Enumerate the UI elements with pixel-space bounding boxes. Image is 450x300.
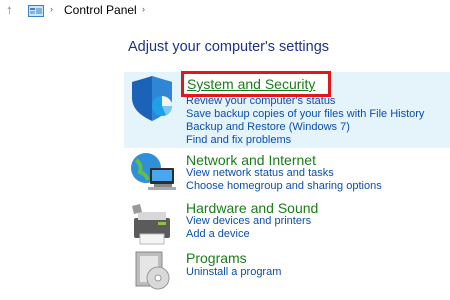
page-title: Adjust your computer's settings xyxy=(128,39,330,55)
category-title-highlighted[interactable]: System and Security xyxy=(187,76,315,92)
up-arrow-icon[interactable]: ↑ xyxy=(6,3,13,17)
category-programs[interactable]: Programs Uninstall a program xyxy=(124,248,450,290)
link-homegroup-sharing[interactable]: Choose homegroup and sharing options xyxy=(186,180,382,192)
link-backup-restore[interactable]: Backup and Restore (Windows 7) xyxy=(186,121,350,133)
address-bar: ↑ › Control Panel › xyxy=(0,0,450,22)
link-find-fix-problems[interactable]: Find and fix problems xyxy=(186,134,291,146)
link-devices-printers[interactable]: View devices and printers xyxy=(186,215,311,227)
link-file-history[interactable]: Save backup copies of your files with Fi… xyxy=(186,108,424,120)
category-title-programs[interactable]: Programs xyxy=(186,250,247,266)
network-globe-icon xyxy=(131,153,176,190)
category-title-network-internet[interactable]: Network and Internet xyxy=(186,152,316,168)
control-panel-icon xyxy=(28,5,44,17)
shield-icon xyxy=(132,76,172,121)
breadcrumb-chevron-icon[interactable]: › xyxy=(142,4,145,14)
category-network-internet[interactable]: Network and Internet View network status… xyxy=(124,150,450,196)
focus-highlight-box: System and Security xyxy=(181,71,331,97)
category-title-hardware-sound[interactable]: Hardware and Sound xyxy=(186,200,318,216)
breadcrumb-control-panel[interactable]: Control Panel xyxy=(64,3,137,17)
printer-icon xyxy=(132,204,170,245)
link-network-status[interactable]: View network status and tasks xyxy=(186,167,334,179)
link-add-device[interactable]: Add a device xyxy=(186,228,250,240)
category-hardware-sound[interactable]: Hardware and Sound View devices and prin… xyxy=(124,198,450,245)
link-uninstall-program[interactable]: Uninstall a program xyxy=(186,266,281,278)
programs-disc-icon xyxy=(135,251,170,290)
breadcrumb-chevron-icon[interactable]: › xyxy=(50,4,53,14)
